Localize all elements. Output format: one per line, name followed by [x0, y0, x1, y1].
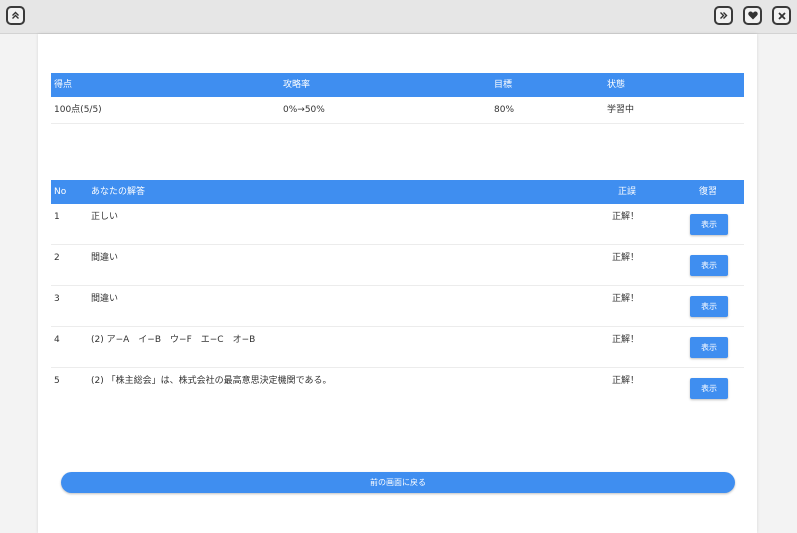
row-no: 5	[54, 376, 60, 386]
score-table: 得点 攻略率 目標 状態 100点(5/5) 0%→50% 80% 学習中	[51, 73, 744, 124]
score-table-header: 得点 攻略率 目標 状態	[51, 73, 744, 97]
close-icon[interactable]	[772, 6, 791, 25]
row-answer: (2) ア−A イ−B ウ−F エ−C オ−B	[91, 335, 256, 345]
show-button[interactable]: 表示	[690, 255, 728, 276]
row-answer: 間違い	[91, 294, 119, 304]
target-value: 80%	[494, 105, 515, 115]
header-answer: あなたの解答	[91, 187, 146, 197]
table-row: 4 (2) ア−A イ−B ウ−F エ−C オ−B 正解！ 表示	[51, 327, 744, 368]
score-row: 100点(5/5) 0%→50% 80% 学習中	[51, 97, 744, 124]
header-target: 目標	[494, 80, 513, 90]
header-review: 復習	[699, 187, 718, 197]
table-row: 1 正しい 正解！ 表示	[51, 204, 744, 245]
table-row: 5 (2) 「株主総会」は、株式会社の最高意思決定機関である。 正解！ 表示	[51, 368, 744, 408]
table-row: 2 間違い 正解！ 表示	[51, 245, 744, 286]
capture-rate-value: 0%→50%	[283, 105, 325, 115]
heart-icon-glyph	[747, 11, 758, 20]
top-toolbar	[0, 0, 797, 34]
answers-table: No あなたの解答 正誤 復習 1 正しい 正解！ 表示 2 間違い 正解！ 表…	[51, 180, 744, 408]
header-score: 得点	[54, 80, 73, 90]
row-result: 正解！	[612, 335, 640, 345]
result-panel: 得点 攻略率 目標 状態 100点(5/5) 0%→50% 80% 学習中 No…	[38, 34, 757, 533]
row-no: 1	[54, 212, 60, 222]
header-status: 状態	[607, 80, 626, 90]
close-icon-glyph	[777, 11, 786, 20]
status-value: 学習中	[607, 105, 635, 115]
header-no: No	[54, 187, 67, 197]
show-button[interactable]: 表示	[690, 214, 728, 235]
row-no: 3	[54, 294, 60, 304]
row-result: 正解！	[612, 212, 640, 222]
show-button[interactable]: 表示	[690, 337, 728, 358]
row-no: 2	[54, 253, 60, 263]
back-button[interactable]: 前の画面に戻る	[61, 472, 735, 493]
double-chevron-right-icon[interactable]	[714, 6, 733, 25]
row-result: 正解！	[612, 253, 640, 263]
row-result: 正解！	[612, 376, 640, 386]
row-answer: (2) 「株主総会」は、株式会社の最高意思決定機関である。	[91, 376, 332, 386]
show-button[interactable]: 表示	[690, 378, 728, 399]
double-chevron-up-icon[interactable]	[6, 6, 25, 25]
score-value: 100点(5/5)	[54, 105, 102, 115]
row-result: 正解！	[612, 294, 640, 304]
row-answer: 正しい	[91, 212, 119, 222]
answers-table-header: No あなたの解答 正誤 復習	[51, 180, 744, 204]
double-chevron-up-icon-glyph	[12, 11, 19, 19]
header-result: 正誤	[618, 187, 637, 197]
row-no: 4	[54, 335, 60, 345]
table-row: 3 間違い 正解！ 表示	[51, 286, 744, 327]
header-capture-rate: 攻略率	[283, 80, 311, 90]
row-answer: 間違い	[91, 253, 119, 263]
heart-icon[interactable]	[743, 6, 762, 25]
show-button[interactable]: 表示	[690, 296, 728, 317]
double-chevron-right-icon-glyph	[720, 12, 728, 19]
